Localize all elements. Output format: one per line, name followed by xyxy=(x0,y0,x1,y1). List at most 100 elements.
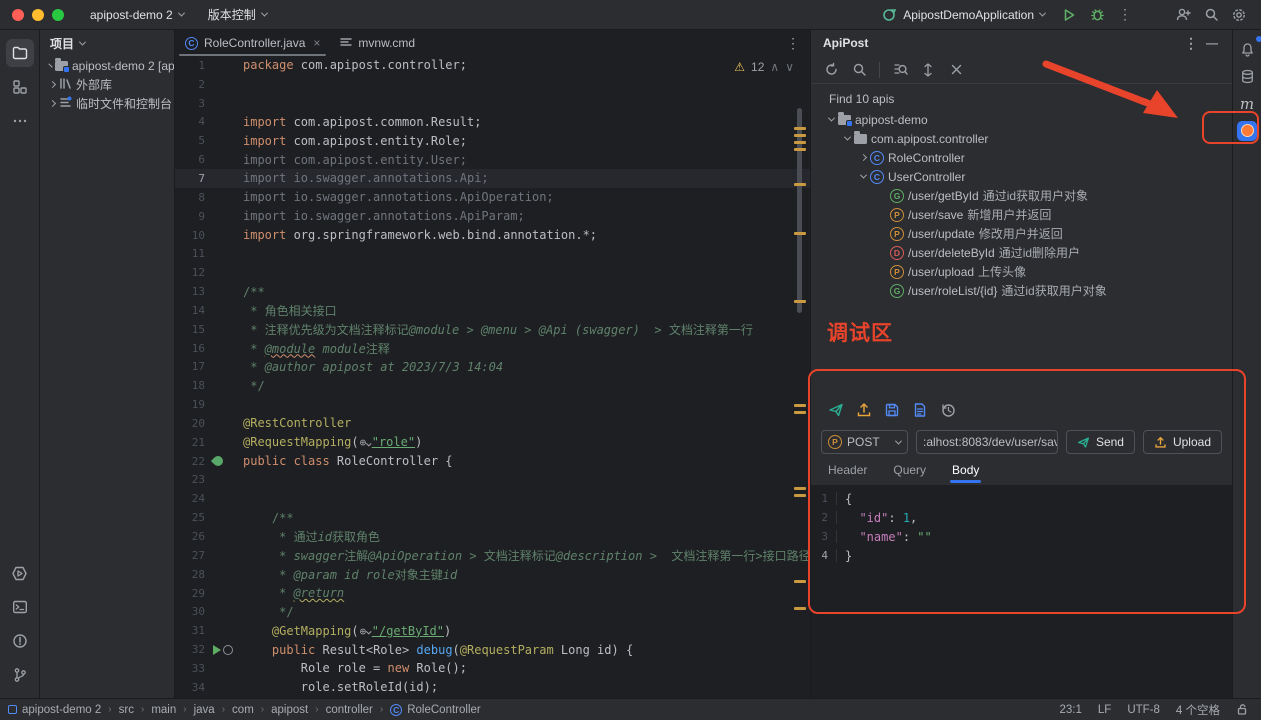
code-line[interactable]: 9import io.swagger.annotations.ApiParam; xyxy=(175,207,810,226)
code-line[interactable]: 21@RequestMapping(⊕"role") xyxy=(175,433,810,452)
maximize-window-button[interactable] xyxy=(52,9,64,21)
api-tree-item[interactable]: G/user/roleList/{id}通过id获取用户对象 xyxy=(811,281,1232,300)
api-tree-item[interactable]: P/user/save新增用户并返回 xyxy=(811,205,1232,224)
services-tool-button[interactable] xyxy=(6,559,34,587)
save-icon[interactable] xyxy=(884,402,900,418)
code-line[interactable]: 15 * 注释优先级为文档注释标记@module > @menu > @Api … xyxy=(175,320,810,339)
code-line[interactable]: 22public class RoleController { xyxy=(175,452,810,471)
chevron-right-icon[interactable] xyxy=(48,63,52,67)
request-tab-body[interactable]: Body xyxy=(952,455,979,485)
chevron-down-icon[interactable] xyxy=(844,134,851,141)
chevron-right-icon[interactable] xyxy=(49,81,56,88)
body-line[interactable]: 4} xyxy=(811,546,1232,565)
code-line[interactable]: 4import com.apipost.common.Result; xyxy=(175,113,810,132)
minimize-window-button[interactable] xyxy=(32,9,44,21)
send-plane-icon[interactable] xyxy=(828,402,844,418)
more-actions-button[interactable]: ⋮ xyxy=(1113,3,1137,27)
body-line[interactable]: 1{ xyxy=(811,489,1232,508)
terminal-tool-button[interactable] xyxy=(6,593,34,621)
expand-all-button[interactable] xyxy=(916,58,940,82)
code-line[interactable]: 8import io.swagger.annotations.ApiOperat… xyxy=(175,188,810,207)
prev-warning-icon[interactable]: ∧ xyxy=(770,60,779,74)
code-line[interactable]: 27 * swagger注解@ApiOperation > 文档注释标记@des… xyxy=(175,546,810,565)
indent-setting[interactable]: 4 个空格 xyxy=(1176,702,1220,718)
settings-button[interactable] xyxy=(1227,3,1251,27)
request-tab-header[interactable]: Header xyxy=(828,455,867,485)
code-line[interactable]: 13/** xyxy=(175,282,810,301)
code-line[interactable]: 11 xyxy=(175,244,810,263)
next-warning-icon[interactable]: ∨ xyxy=(785,60,794,74)
url-inlay-globe-icon[interactable]: ⊕ xyxy=(360,625,371,638)
code-line[interactable]: 14 * 角色相关接口 xyxy=(175,301,810,320)
debug-button[interactable] xyxy=(1085,3,1109,27)
code-line[interactable]: 20@RestController xyxy=(175,414,810,433)
breadcrumb-item[interactable]: CRoleController xyxy=(390,704,481,716)
upload-icon[interactable] xyxy=(856,402,872,418)
notifications-button[interactable] xyxy=(1234,37,1260,63)
editor-tab-rolecontroller-java[interactable]: CRoleController.java× xyxy=(175,30,330,56)
api-tree-item[interactable]: D/user/deleteById通过id删除用户 xyxy=(811,243,1232,262)
apipost-tool-button[interactable] xyxy=(1234,118,1260,144)
tab-bar-options-button[interactable]: ⋮ xyxy=(784,30,810,56)
code-line[interactable]: 32 public Result<Role> debug(@RequestPar… xyxy=(175,640,810,659)
code-with-me-button[interactable] xyxy=(1171,3,1195,27)
editor-scrollbar[interactable] xyxy=(797,108,802,313)
history-icon[interactable] xyxy=(940,402,956,418)
file-encoding[interactable]: UTF-8 xyxy=(1127,704,1160,716)
code-line[interactable]: 12 xyxy=(175,263,810,282)
problems-tool-button[interactable] xyxy=(6,627,34,655)
body-line[interactable]: 2 "id": 1, xyxy=(811,508,1232,527)
refresh-button[interactable] xyxy=(819,58,843,82)
line-ending[interactable]: LF xyxy=(1098,704,1111,716)
run-button[interactable] xyxy=(1057,3,1081,27)
chevron-right-icon[interactable] xyxy=(49,100,56,107)
code-line[interactable]: 3 xyxy=(175,94,810,113)
body-line[interactable]: 3 "name": "" xyxy=(811,527,1232,546)
document-icon[interactable] xyxy=(912,402,928,418)
code-line[interactable]: 2 xyxy=(175,75,810,94)
api-tree-item[interactable]: P/user/upload上传头像 xyxy=(811,262,1232,281)
project-tree-item[interactable]: 临时文件和控制台 xyxy=(40,94,174,113)
api-tree-item[interactable]: P/user/update修改用户并返回 xyxy=(811,224,1232,243)
git-tool-button[interactable] xyxy=(6,661,34,689)
search-everywhere-button[interactable] xyxy=(1199,3,1223,27)
maven-tool-button[interactable]: m xyxy=(1234,91,1260,117)
code-line[interactable]: 34 role.setRoleId(id); xyxy=(175,678,810,697)
url-input[interactable]: :alhost:8083/dev/user/save xyxy=(916,430,1058,454)
code-line[interactable]: 19 xyxy=(175,395,810,414)
api-tree-item[interactable]: apipost-demo xyxy=(811,110,1232,129)
run-configuration-selector[interactable]: ApipostDemoApplication xyxy=(882,7,1045,22)
caret-position[interactable]: 23:1 xyxy=(1060,704,1082,716)
breadcrumb-item[interactable]: apipost xyxy=(271,704,308,716)
search-api-button[interactable] xyxy=(847,58,871,82)
api-tree-item[interactable]: G/user/getById通过id获取用户对象 xyxy=(811,186,1232,205)
breadcrumb-item[interactable]: java xyxy=(194,704,215,716)
code-line[interactable]: 17 * @author apipost at 2023/7/3 14:04 xyxy=(175,358,810,377)
code-line[interactable]: 23 xyxy=(175,471,810,490)
code-line[interactable]: 18 */ xyxy=(175,376,810,395)
breadcrumb-item[interactable]: com xyxy=(232,704,254,716)
close-window-button[interactable] xyxy=(12,9,24,21)
method-select[interactable]: P POST xyxy=(821,430,908,454)
panel-options-button[interactable]: ⋮ xyxy=(1182,35,1200,52)
code-line[interactable]: 6import com.apipost.entity.User; xyxy=(175,150,810,169)
chevron-down-icon[interactable] xyxy=(860,172,867,179)
api-tree-item[interactable]: CRoleController xyxy=(811,148,1232,167)
code-line[interactable]: 16 * @module module注释 xyxy=(175,339,810,358)
code-line[interactable]: 5import com.apipost.entity.Role; xyxy=(175,131,810,150)
project-tree-item[interactable]: apipost-demo 2 [ap xyxy=(40,56,174,75)
close-tab-icon[interactable]: × xyxy=(313,36,320,50)
api-debug-icon[interactable] xyxy=(223,645,233,655)
project-selector[interactable]: apipost-demo 2 xyxy=(78,0,196,29)
editor-tab-mvnw-cmd[interactable]: mvnw.cmd xyxy=(330,30,425,56)
code-line[interactable]: 24 xyxy=(175,489,810,508)
chevron-down-icon[interactable] xyxy=(828,115,835,122)
breadcrumb-item[interactable]: main xyxy=(151,704,176,716)
breadcrumb-item[interactable]: controller xyxy=(326,704,373,716)
window-controls[interactable] xyxy=(0,9,78,21)
code-line[interactable]: 7import io.swagger.annotations.Api; xyxy=(175,169,810,188)
vcs-menu[interactable]: 版本控制 xyxy=(196,0,279,29)
code-line[interactable]: 28 * @param id role对象主键id xyxy=(175,565,810,584)
code-line[interactable]: 33 Role role = new Role(); xyxy=(175,659,810,678)
code-line[interactable]: 1package com.apipost.controller; xyxy=(175,56,810,75)
